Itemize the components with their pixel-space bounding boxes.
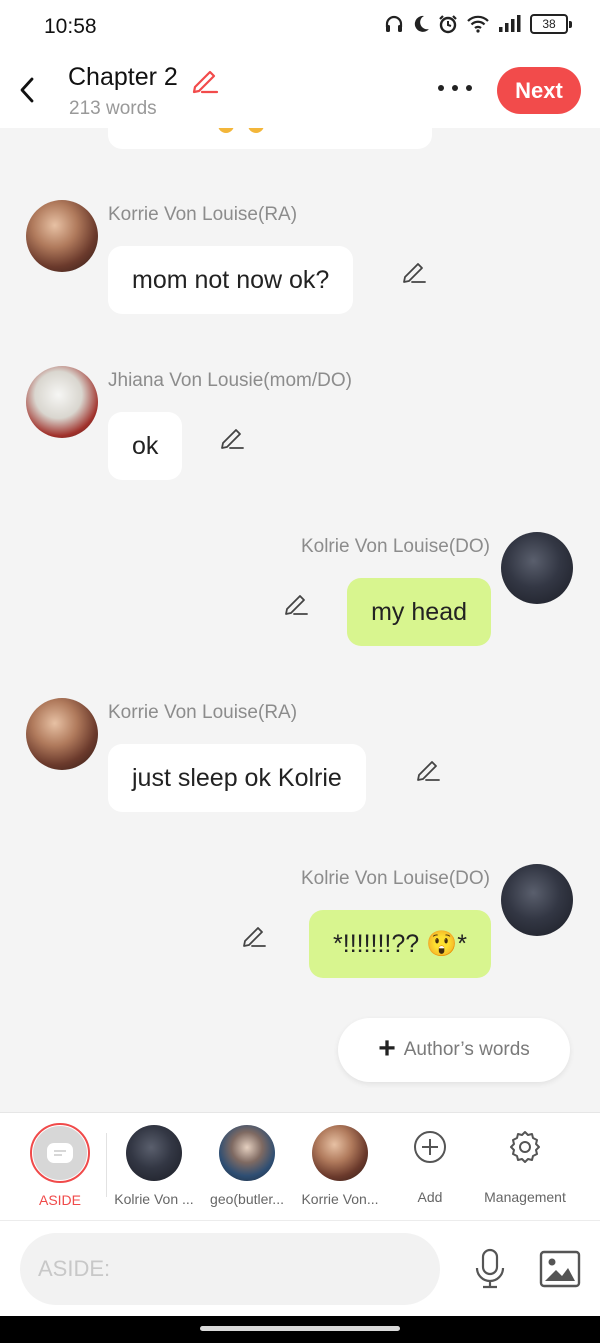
message-bubble[interactable]: just sleep ok Kolrie (108, 744, 366, 812)
add-character-button[interactable]: Add (400, 1113, 460, 1221)
dot (438, 85, 444, 91)
avatar[interactable] (501, 864, 573, 936)
message-bubble[interactable]: my head (347, 578, 491, 646)
dot (466, 85, 472, 91)
avatar (126, 1125, 182, 1181)
authors-words-label: Author’s words (403, 1039, 530, 1060)
more-options-button[interactable] (432, 76, 478, 100)
authors-words-button[interactable]: + Author’s words (338, 1018, 570, 1082)
character-chip[interactable]: geo(butler... (203, 1113, 291, 1221)
chat-area[interactable]: Korrie Von Louise(RA) mom not now ok? Jh… (0, 128, 600, 1112)
character-bar: ASIDE Kolrie Von ... geo(butler... Korri… (0, 1112, 600, 1220)
edit-pencil-icon[interactable] (218, 424, 246, 452)
character-chip[interactable]: Korrie Von... (296, 1113, 384, 1221)
gear-icon (505, 1127, 545, 1167)
chapter-title[interactable]: Chapter 2 (68, 63, 178, 92)
edit-pencil-icon[interactable] (240, 922, 268, 950)
chevron-left-icon (20, 77, 34, 103)
aside-character[interactable]: ASIDE (24, 1113, 96, 1221)
avatar[interactable] (26, 200, 98, 272)
dot (452, 85, 458, 91)
aside-label: ASIDE (38, 1192, 81, 1208)
partial-message-bubble[interactable] (108, 128, 432, 149)
add-circle-icon (410, 1127, 450, 1167)
next-button[interactable]: Next (497, 67, 581, 114)
speaker-name: Korrie Von Louise(RA) (108, 702, 298, 723)
character-label: Kolrie Von ... (114, 1191, 194, 1207)
character-label: geo(butler... (210, 1191, 284, 1207)
avatar (312, 1125, 368, 1181)
signal-icon (498, 14, 522, 34)
management-button[interactable]: Management (474, 1113, 576, 1221)
image-icon (539, 1250, 581, 1288)
chapter-editor-screen: 10:58 38 Chapter 2 213 words Next Korrie… (0, 0, 600, 1343)
edit-pencil-icon[interactable] (414, 756, 442, 784)
message-input[interactable] (20, 1233, 440, 1305)
message-bubble[interactable]: mom not now ok? (108, 246, 354, 314)
microphone-icon (475, 1248, 505, 1289)
aside-avatar (33, 1126, 87, 1180)
speaker-name: Jhiana Von Lousie(mom/DO) (108, 370, 352, 391)
alarm-icon (438, 14, 458, 34)
management-label: Management (484, 1189, 566, 1205)
avatar[interactable] (501, 532, 573, 604)
status-icons: 38 (384, 14, 572, 34)
title-edit-pencil-icon[interactable] (190, 65, 220, 100)
message-bubble[interactable]: ok (108, 412, 183, 480)
edit-pencil-icon[interactable] (400, 258, 428, 286)
status-bar: 10:58 38 (0, 0, 600, 52)
editor-header: Chapter 2 213 words Next (0, 52, 600, 128)
speaker-name: Kolrie Von Louise(DO) (300, 868, 490, 889)
avatar[interactable] (26, 698, 98, 770)
system-nav-bar (0, 1316, 600, 1343)
character-chip[interactable]: Kolrie Von ... (110, 1113, 198, 1221)
divider (106, 1133, 107, 1197)
plus-icon: + (378, 1032, 396, 1065)
input-bar (0, 1220, 600, 1316)
speaker-name: Kolrie Von Louise(DO) (300, 536, 490, 557)
edit-pencil-icon[interactable] (282, 590, 310, 618)
add-label: Add (417, 1189, 443, 1205)
message-icon (47, 1143, 73, 1163)
home-indicator[interactable] (200, 1326, 400, 1331)
avatar (219, 1125, 275, 1181)
word-count: 213 words (69, 98, 157, 119)
character-label: Korrie Von... (301, 1191, 379, 1207)
speaker-name: Korrie Von Louise(RA) (108, 204, 298, 225)
moon-icon (412, 14, 430, 34)
message-bubble[interactable]: *!!!!!!!?? 😲* (309, 910, 491, 978)
emoji-fragment (218, 128, 234, 133)
status-time: 10:58 (44, 15, 97, 38)
headphones-icon (384, 14, 404, 34)
aside-ring (30, 1123, 90, 1183)
battery-icon: 38 (530, 14, 572, 34)
microphone-button[interactable] (468, 1245, 512, 1293)
emoji-fragment (248, 128, 264, 133)
image-button[interactable] (536, 1245, 584, 1293)
avatar[interactable] (26, 366, 98, 438)
back-button[interactable] (12, 70, 42, 110)
wifi-icon (466, 14, 490, 34)
